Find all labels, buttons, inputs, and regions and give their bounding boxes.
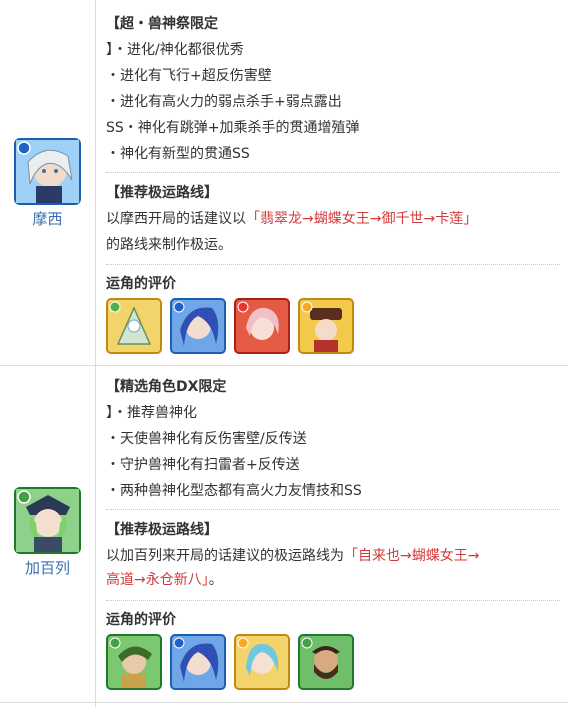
evaluation-title: 运角的评价: [106, 612, 176, 628]
dotted-divider: [106, 264, 560, 265]
blue-haired-heroine-icon[interactable]: [170, 634, 226, 690]
blue-haired-girl-icon[interactable]: [234, 634, 290, 690]
route-text: 的路线来制作极运。: [106, 237, 232, 253]
route-prefix: 以摩西开局的话建议以: [106, 211, 246, 227]
table-row: 摩西 【超・兽神祭限定 】・进化/神化都很优秀 ・进化有飞行+超反伤害壁 ・进化…: [0, 0, 568, 366]
green-dragon-icon[interactable]: [106, 298, 162, 354]
point-text: ・两种兽神化型态都有高火力友情技和SS: [106, 483, 362, 499]
description-cell: 【超・兽神祭限定 】・进化/神化都很优秀 ・进化有飞行+超反伤害壁 ・进化有高火…: [96, 0, 568, 365]
evaluation-title: 运角的评价: [106, 276, 176, 292]
route-text: 以摩西开局的话建议以「翡翠龙→蝴蝶女王→御千世→卡莲」: [106, 209, 477, 229]
route-prefix: 以加百列来开局的话建议的极运路线为: [106, 548, 344, 564]
point-text: ・天使兽神化有反伤害壁/反传送: [106, 431, 307, 447]
dotted-divider: [106, 172, 560, 173]
blue-haired-heroine-icon[interactable]: [170, 298, 226, 354]
point-text: ・进化有飞行+超反伤害壁: [106, 68, 272, 84]
character-cell: 加百列: [0, 366, 95, 702]
route-title: 【推荐极运路线】: [106, 522, 218, 538]
red-pink-haired-girl-icon[interactable]: [234, 298, 290, 354]
section-title: 【精选角色DX限定: [106, 379, 227, 395]
route-highlight: 高道→永仓新八」: [106, 572, 209, 588]
table-row: 加百列 【精选角色DX限定 】・推荐兽神化 ・天使兽神化有反伤害壁/反传送 ・守…: [0, 366, 568, 703]
character-cell: 摩西: [0, 0, 95, 365]
yellow-hat-girl-icon[interactable]: [298, 298, 354, 354]
route-highlight: 「自来也→蝴蝶女王→: [344, 548, 480, 564]
green-bearded-man-icon[interactable]: [298, 634, 354, 690]
dotted-divider: [106, 509, 560, 510]
section-title: 【超・兽神祭限定: [106, 16, 218, 32]
route-text: 高道→永仓新八」。: [106, 570, 223, 590]
gabriel-character-icon[interactable]: [14, 487, 81, 554]
point-text: 】・进化/神化都很优秀: [106, 42, 244, 58]
luck-characters-row: [106, 298, 354, 354]
luck-characters-row: [106, 634, 354, 690]
moses-character-icon[interactable]: [14, 138, 81, 205]
point-text: 】・推荐兽神化: [106, 405, 197, 421]
route-title: 【推荐极运路线】: [106, 185, 218, 201]
character-name[interactable]: 加百列: [0, 557, 95, 578]
point-text: SS・神化有跳弹+加乘杀手的贯通增殖弹: [106, 120, 360, 136]
dotted-divider: [106, 600, 560, 601]
description-cell: 【精选角色DX限定 】・推荐兽神化 ・天使兽神化有反伤害壁/反传送 ・守护兽神化…: [96, 366, 568, 702]
character-table: 摩西 【超・兽神祭限定 】・进化/神化都很优秀 ・进化有飞行+超反伤害壁 ・进化…: [0, 0, 568, 707]
point-text: ・神化有新型的贯通SS: [106, 146, 250, 162]
route-suffix: 。: [208, 572, 223, 588]
green-warrior-icon[interactable]: [106, 634, 162, 690]
route-text: 以加百列来开局的话建议的极运路线为「自来也→蝴蝶女王→: [106, 546, 479, 566]
point-text: ・守护兽神化有扫雷者+反传送: [106, 457, 300, 473]
point-text: ・进化有高火力的弱点杀手+弱点露出: [106, 94, 342, 110]
route-highlight: 「翡翠龙→蝴蝶女王→御千世→卡莲」: [246, 211, 478, 227]
character-name[interactable]: 摩西: [0, 208, 95, 229]
